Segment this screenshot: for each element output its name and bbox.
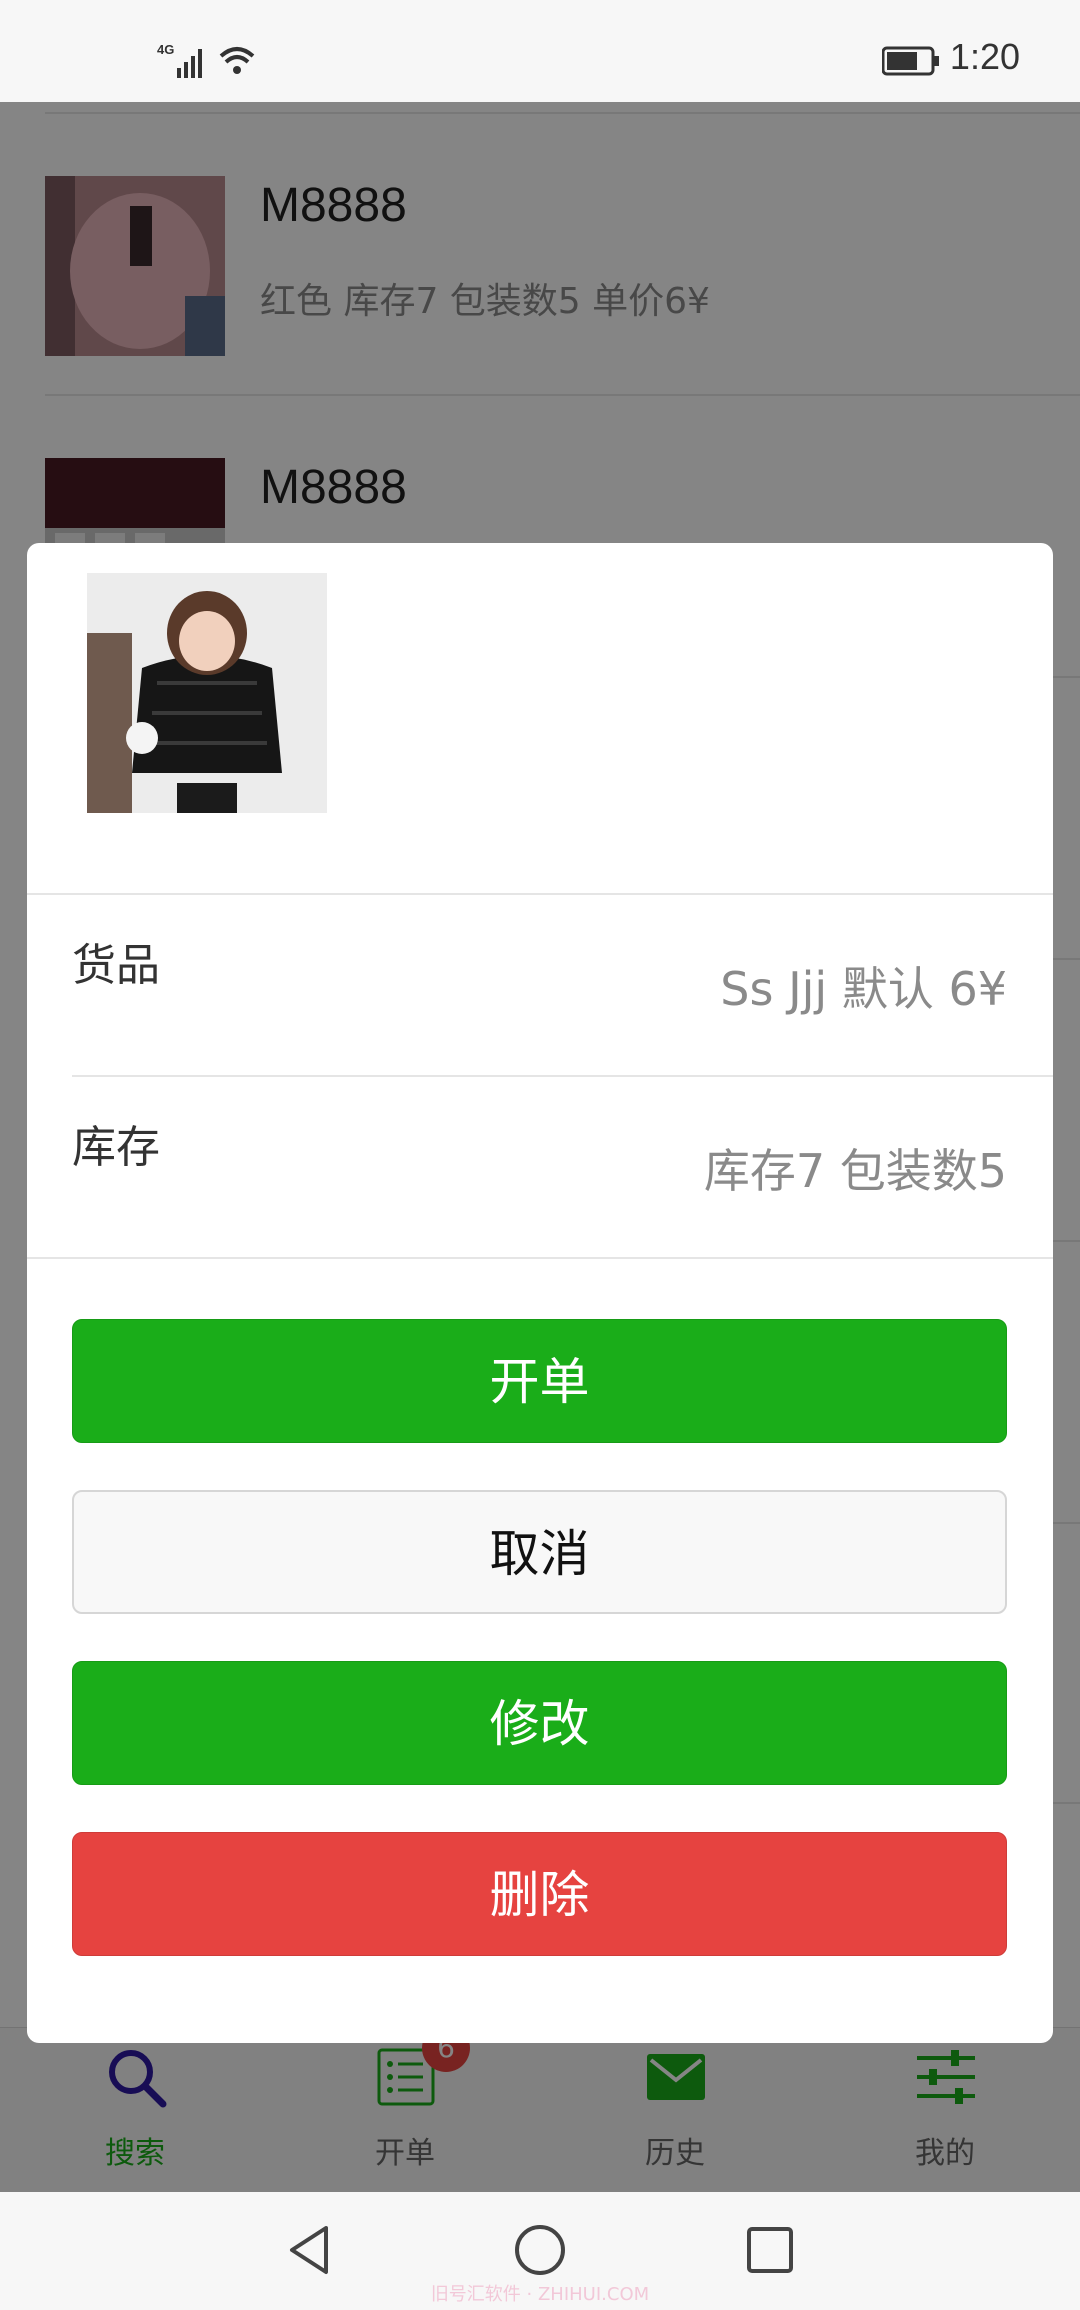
row-label: 货品 (72, 940, 160, 991)
divider (27, 893, 1053, 895)
clock: 1:20 (949, 36, 1020, 77)
row-value: 库存7 包装数5 (703, 1144, 1007, 1198)
signal-wifi-icon: 4G (157, 42, 255, 78)
edit-button[interactable]: 修改 (72, 1661, 1007, 1785)
cancel-button[interactable]: 取消 (72, 1490, 1007, 1614)
product-action-dialog: 货品 Ss Jjj 默认 6¥ 库存 库存7 包装数5 开单 取消 修改 删除 (27, 543, 1053, 2043)
watermark: 旧号汇软件 · ZHIHUI.COM (430, 2284, 650, 2305)
row-label: 库存 (72, 1122, 160, 1173)
product-image (87, 573, 327, 813)
recents-icon[interactable] (742, 2222, 798, 2278)
status-bar: 4G 1:20 (0, 0, 1080, 102)
system-nav-bar: 旧号汇软件 · ZHIHUI.COM (0, 2192, 1080, 2310)
battery-icon (882, 46, 939, 76)
divider (72, 1075, 1053, 1077)
back-icon[interactable] (282, 2222, 338, 2278)
product-row: 货品 Ss Jjj 默认 6¥ (27, 893, 1053, 1075)
home-icon[interactable] (512, 2222, 568, 2278)
delete-button[interactable]: 删除 (72, 1832, 1007, 1956)
divider (27, 1257, 1053, 1259)
svg-text:4G: 4G (157, 42, 174, 57)
open-order-button[interactable]: 开单 (72, 1319, 1007, 1443)
row-value: Ss Jjj 默认 6¥ (720, 962, 1007, 1016)
stock-row: 库存 库存7 包装数5 (27, 1075, 1053, 1257)
